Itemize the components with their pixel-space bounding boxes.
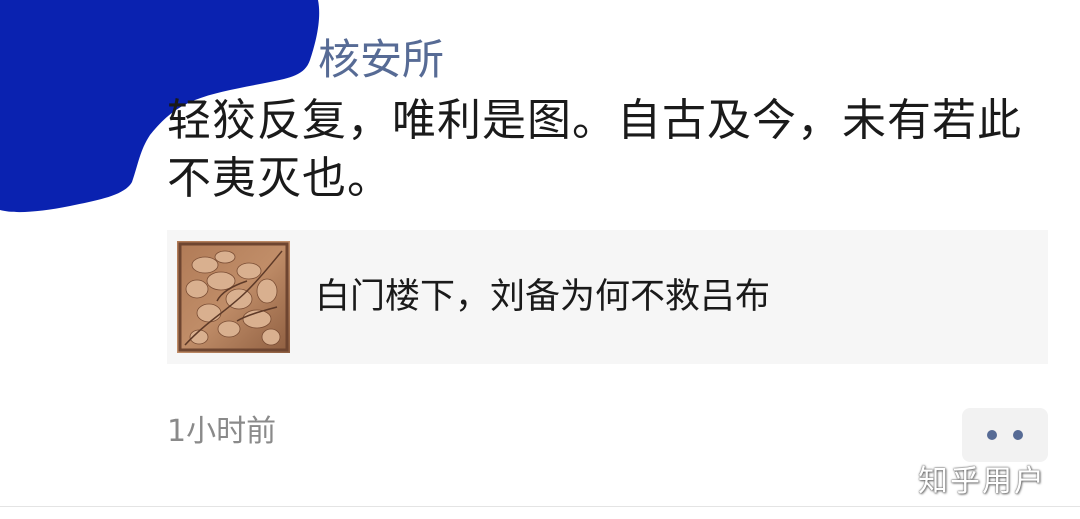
comment-timestamp: 1小时前: [167, 414, 277, 449]
watermark: 知乎用户: [918, 464, 1046, 499]
comment-screen: 核安所 轻狡反复，唯利是图。自古及今，未有若此不夷灭也。 白门楼下，刘备为何不救…: [0, 0, 1080, 519]
divider: [0, 506, 1080, 507]
link-title: 白门楼下，刘备为何不救吕布: [315, 277, 771, 317]
link-thumbnail: [177, 241, 290, 353]
more-dots-icon: [1013, 430, 1023, 440]
author-name[interactable]: 核安所: [318, 30, 444, 90]
comment-text: 轻狡反复，唯利是图。自古及今，未有若此不夷灭也。: [167, 95, 1022, 204]
more-dots-icon: [987, 430, 997, 440]
link-card[interactable]: 白门楼下，刘备为何不救吕布: [167, 230, 1048, 364]
more-options-button[interactable]: [962, 408, 1048, 462]
